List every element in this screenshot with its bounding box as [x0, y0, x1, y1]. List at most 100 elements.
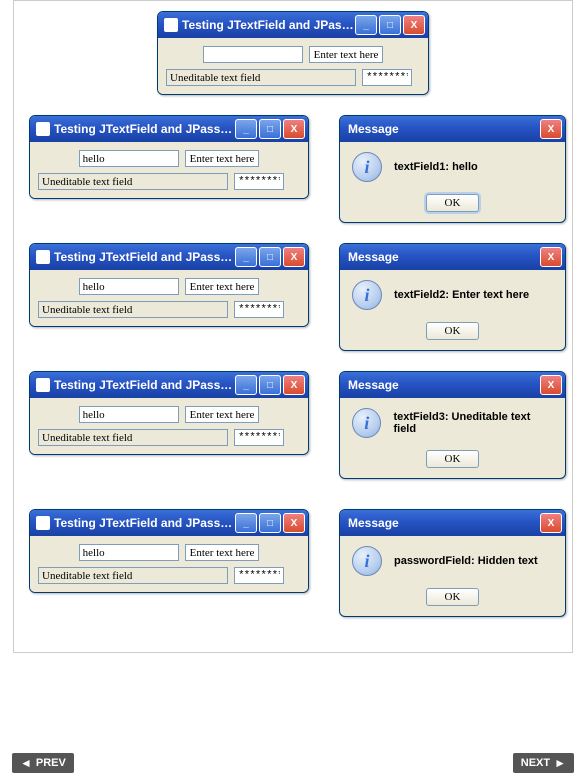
- password-field[interactable]: [234, 567, 284, 584]
- message-dialog: Message X i textField1: hello OK: [339, 115, 566, 223]
- message-dialog: Message X i textField2: Enter text here …: [339, 243, 566, 351]
- ok-button[interactable]: OK: [426, 322, 480, 340]
- window-title: Testing JTextField and JPasswor...: [54, 516, 235, 530]
- example-row-2: Testing JTextField and JPasswor... _ □ X…: [19, 115, 567, 223]
- dialog-message: textField1: hello: [394, 161, 478, 173]
- close-button[interactable]: X: [540, 375, 562, 395]
- window-buttons: _ □ X: [235, 247, 305, 267]
- close-button[interactable]: X: [540, 247, 562, 267]
- page-nav: ◄ PREV NEXT ►: [0, 653, 586, 781]
- close-button[interactable]: X: [283, 513, 305, 533]
- maximize-button[interactable]: □: [259, 375, 281, 395]
- minimize-button[interactable]: _: [235, 247, 257, 267]
- close-button[interactable]: X: [283, 247, 305, 267]
- text-field-1[interactable]: [79, 544, 179, 561]
- example-row-3: Testing JTextField and JPasswor... _ □ X…: [19, 243, 567, 351]
- info-icon: i: [352, 408, 381, 438]
- ok-button[interactable]: OK: [426, 588, 480, 606]
- example-row-5: Testing JTextField and JPasswor... _ □ X…: [19, 509, 567, 617]
- enter-text-button[interactable]: Enter text here: [185, 544, 260, 561]
- dialog-title-bar: Message X: [340, 116, 565, 142]
- field-row-2: [38, 567, 300, 584]
- java-icon: [36, 250, 50, 264]
- field-row-2: [38, 301, 300, 318]
- dialog-content: i textField2: Enter text here: [352, 280, 553, 310]
- password-field[interactable]: [234, 429, 284, 446]
- ok-button[interactable]: OK: [426, 450, 480, 468]
- minimize-button[interactable]: _: [235, 119, 257, 139]
- text-field-1[interactable]: [203, 46, 303, 63]
- enter-text-button[interactable]: Enter text here: [185, 150, 260, 167]
- close-button[interactable]: X: [283, 119, 305, 139]
- password-field[interactable]: [234, 301, 284, 318]
- uneditable-field: [38, 173, 228, 190]
- dialog-message: textField3: Uneditable text field: [393, 411, 553, 435]
- minimize-button[interactable]: _: [355, 15, 377, 35]
- window-body: Enter text here: [30, 536, 308, 592]
- window-title: Testing JTextField and JPasswor...: [54, 122, 235, 136]
- window-buttons: X: [540, 247, 562, 267]
- dialog-message: passwordField: Hidden text: [394, 555, 538, 567]
- dialog-content: i textField3: Uneditable text field: [352, 408, 553, 438]
- app-window: Testing JTextField and JPasswor... _ □ X…: [29, 115, 309, 199]
- dialog-message: textField2: Enter text here: [394, 289, 529, 301]
- example-row-1: Testing JTextField and JPasswor... _ □ X…: [19, 11, 567, 95]
- title-bar: Testing JTextField and JPasswor... _ □ X: [30, 510, 308, 536]
- info-icon: i: [352, 546, 382, 576]
- minimize-button[interactable]: _: [235, 513, 257, 533]
- window-buttons: X: [540, 513, 562, 533]
- text-field-1[interactable]: [79, 406, 179, 423]
- field-row-1: Enter text here: [38, 150, 300, 167]
- password-field[interactable]: [234, 173, 284, 190]
- field-row-2: [166, 69, 420, 86]
- text-field-1[interactable]: [79, 278, 179, 295]
- close-button[interactable]: X: [540, 513, 562, 533]
- password-field[interactable]: [362, 69, 412, 86]
- uneditable-field: [166, 69, 356, 86]
- window-buttons: _ □ X: [235, 375, 305, 395]
- window-buttons: _ □ X: [235, 513, 305, 533]
- close-button[interactable]: X: [403, 15, 425, 35]
- message-dialog: Message X i textField3: Uneditable text …: [339, 371, 566, 479]
- enter-text-button[interactable]: Enter text here: [309, 46, 384, 63]
- info-icon: i: [352, 152, 382, 182]
- maximize-button[interactable]: □: [259, 247, 281, 267]
- prev-button[interactable]: ◄ PREV: [12, 753, 74, 773]
- field-row-2: [38, 173, 300, 190]
- java-icon: [36, 516, 50, 530]
- next-button[interactable]: NEXT ►: [513, 753, 574, 773]
- maximize-button[interactable]: □: [259, 513, 281, 533]
- field-row-1: Enter text here: [38, 406, 300, 423]
- app-window: Testing JTextField and JPasswor... _ □ X…: [157, 11, 429, 95]
- info-icon: i: [352, 280, 382, 310]
- app-window: Testing JTextField and JPasswor... _ □ X…: [29, 371, 309, 455]
- maximize-button[interactable]: □: [259, 119, 281, 139]
- window-buttons: _ □ X: [355, 15, 425, 35]
- uneditable-field: [38, 567, 228, 584]
- enter-text-button[interactable]: Enter text here: [185, 278, 260, 295]
- text-field-1[interactable]: [79, 150, 179, 167]
- field-row-1: Enter text here: [166, 46, 420, 63]
- ok-button[interactable]: OK: [426, 194, 480, 212]
- close-button[interactable]: X: [540, 119, 562, 139]
- dialog-body: i textField1: hello OK: [340, 142, 565, 222]
- close-button[interactable]: X: [283, 375, 305, 395]
- enter-text-button[interactable]: Enter text here: [185, 406, 260, 423]
- window-title: Testing JTextField and JPasswor...: [182, 18, 355, 32]
- dialog-body: i passwordField: Hidden text OK: [340, 536, 565, 616]
- maximize-button[interactable]: □: [379, 15, 401, 35]
- arrow-left-icon: ◄: [20, 756, 32, 770]
- java-icon: [164, 18, 178, 32]
- field-row-1: Enter text here: [38, 544, 300, 561]
- dialog-body: i textField2: Enter text here OK: [340, 270, 565, 350]
- window-body: Enter text here: [30, 270, 308, 326]
- uneditable-field: [38, 301, 228, 318]
- window-buttons: _ □ X: [235, 119, 305, 139]
- minimize-button[interactable]: _: [235, 375, 257, 395]
- field-row-1: Enter text here: [38, 278, 300, 295]
- dialog-title-bar: Message X: [340, 510, 565, 536]
- dialog-title: Message: [348, 122, 540, 136]
- java-icon: [36, 122, 50, 136]
- window-title: Testing JTextField and JPasswor...: [54, 378, 235, 392]
- dialog-title-bar: Message X: [340, 244, 565, 270]
